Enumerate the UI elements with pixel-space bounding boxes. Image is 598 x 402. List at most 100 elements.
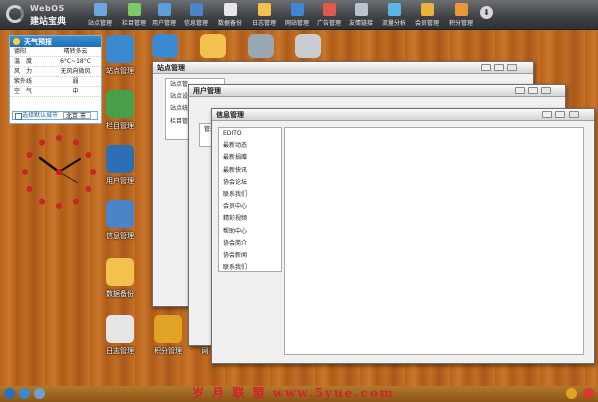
nav-item[interactable]: 协会论坛 <box>219 177 281 189</box>
clock-hour-dot <box>56 203 62 209</box>
weather-key: 风 力 <box>14 68 33 75</box>
minimize-button[interactable] <box>515 87 525 94</box>
nav-item[interactable]: 帮助中心 <box>219 226 281 238</box>
desktop-icon-label: 用户管理 <box>106 177 134 185</box>
desktop-shortcut-icon[interactable] <box>200 34 226 58</box>
column-icon <box>106 90 134 118</box>
toolbar-log-button[interactable]: 日志管理 <box>248 3 280 29</box>
toolbar-traffic-button[interactable]: 流量分析 <box>378 3 410 29</box>
nav-item[interactable]: 最新动态 <box>219 140 281 152</box>
toolbar-column-button[interactable]: 栏目管理 <box>118 3 150 29</box>
maximize-button[interactable] <box>528 87 538 94</box>
download-icon[interactable]: ⬇ <box>480 6 493 19</box>
toolbar-ad-button[interactable]: 广告管理 <box>313 3 345 29</box>
clock-hour-dot <box>73 139 79 146</box>
folder-icon[interactable] <box>566 388 577 399</box>
site-icon <box>106 35 134 63</box>
weather-row: 空 气中 <box>10 87 101 97</box>
log-icon <box>257 3 271 16</box>
clock-hour-dot <box>39 139 45 146</box>
toolbar-label: 日志管理 <box>251 20 276 27</box>
power-icon[interactable] <box>583 388 594 399</box>
close-button[interactable] <box>569 111 579 118</box>
footer-brand: 岁 月 联 盟 www.5yue.com <box>192 386 395 400</box>
toolbar-label: 会员管理 <box>414 20 439 27</box>
toolbar-points-button[interactable]: 积分管理 <box>445 3 477 29</box>
toolbar-label: 友情链接 <box>348 20 373 27</box>
desktop-icon-label: 站点管理 <box>106 67 134 75</box>
nav-item[interactable]: 最新快讯 <box>219 165 281 177</box>
clock-hour-dot <box>85 186 92 192</box>
network-icon[interactable] <box>19 388 30 399</box>
desktop-shortcut-icon[interactable] <box>295 34 321 58</box>
window-title: 用户管理 <box>189 85 565 97</box>
desktop-shortcut-icon[interactable] <box>152 34 178 58</box>
desktop-icon-info[interactable]: 信息管理 <box>95 200 145 241</box>
toolbar-backup-button[interactable]: 数据备份 <box>214 3 246 29</box>
desktop-icon-user[interactable]: 用户管理 <box>95 145 145 186</box>
weather-title: 天气预报 <box>10 36 101 47</box>
toolbar-web-button[interactable]: 网站管理 <box>281 3 313 29</box>
close-button[interactable] <box>541 87 551 94</box>
site-icon <box>93 3 107 16</box>
nav-item[interactable]: 精彩视频 <box>219 213 281 225</box>
desktop-icon-site[interactable]: 站点管理 <box>95 35 145 76</box>
minimize-button[interactable] <box>542 111 552 118</box>
maximize-button[interactable] <box>494 64 504 71</box>
toolbar-label: 广告管理 <box>316 20 341 27</box>
weather-value: 中 <box>72 88 79 95</box>
city-select-label: 选择默认城市 <box>22 112 59 119</box>
nav-item[interactable]: 协会新闻 <box>219 250 281 262</box>
clock-center <box>56 169 62 175</box>
nav-item[interactable]: 协会简介 <box>219 238 281 250</box>
close-button[interactable] <box>507 64 517 71</box>
toolbar-label: 网站管理 <box>284 20 309 27</box>
analog-clock <box>22 135 96 209</box>
start-icon[interactable] <box>4 388 15 399</box>
nav-item[interactable]: 联系我们 <box>219 189 281 201</box>
info-nav-list: EDITO 最新动态 最新捐赠 最新快讯 协会论坛 联系我们 会员中心 精彩视频 帮助中心 协会简… <box>218 127 282 272</box>
toolbar-label: 信息管理 <box>183 20 208 27</box>
desktop-icon-column[interactable]: 栏目管理 <box>95 90 145 131</box>
desktop-icon-log[interactable]: 日志管理 <box>95 315 145 356</box>
desktop-icon-label: 数据备份 <box>106 290 134 298</box>
city-input[interactable]: 北京 市 <box>63 112 91 120</box>
clock-hour-dot <box>22 169 28 175</box>
nav-item[interactable]: 联系我们 <box>219 262 281 274</box>
backup-icon <box>223 3 237 16</box>
desktop-icon-backup[interactable]: 数据备份 <box>95 258 145 299</box>
weather-key: 温 度 <box>14 58 33 65</box>
window-title: 信息管理 <box>212 109 594 121</box>
minute-hand <box>58 158 81 173</box>
content-panel <box>284 127 584 355</box>
hour-hand <box>38 156 61 174</box>
window-info-management[interactable]: 信息管理 EDITO 最新动态 最新捐赠 最新快讯 协会论坛 联系我们 会员中心 精彩视频 帮助… <box>211 108 595 364</box>
info-icon <box>106 200 134 228</box>
weather-row: 德阳 晴转多云 <box>10 47 101 57</box>
toolbar-info-button[interactable]: 信息管理 <box>180 3 212 29</box>
toolbar-label: 数据备份 <box>217 20 242 27</box>
info-icon[interactable] <box>34 388 45 399</box>
nav-item[interactable]: EDITO <box>219 128 281 140</box>
weather-key: 德阳 <box>14 48 27 55</box>
clock-hour-dot <box>26 186 33 192</box>
minimize-button[interactable] <box>481 64 491 71</box>
points-icon <box>154 315 182 343</box>
toolbar-site-button[interactable]: 站点管理 <box>84 3 116 29</box>
desktop-shortcut-icon[interactable] <box>248 34 274 58</box>
clock-hour-dot <box>73 198 79 205</box>
maximize-button[interactable] <box>555 111 565 118</box>
toolbar-user-button[interactable]: 用户管理 <box>148 3 180 29</box>
links-icon <box>354 3 368 16</box>
nav-item[interactable]: 会员中心 <box>219 201 281 213</box>
clock-hour-dot <box>85 152 92 158</box>
toolbar-links-button[interactable]: 友情链接 <box>345 3 377 29</box>
web-icon <box>290 3 304 16</box>
clock-hour-dot <box>39 198 45 205</box>
column-icon <box>127 3 141 16</box>
toolbar-member-button[interactable]: 会员管理 <box>411 3 443 29</box>
nav-item[interactable]: 最新捐赠 <box>219 152 281 164</box>
user-icon <box>157 3 171 16</box>
city-select[interactable]: 选择默认城市 北京 市 <box>12 111 98 120</box>
desktop-icon-label: 栏目管理 <box>106 122 134 130</box>
